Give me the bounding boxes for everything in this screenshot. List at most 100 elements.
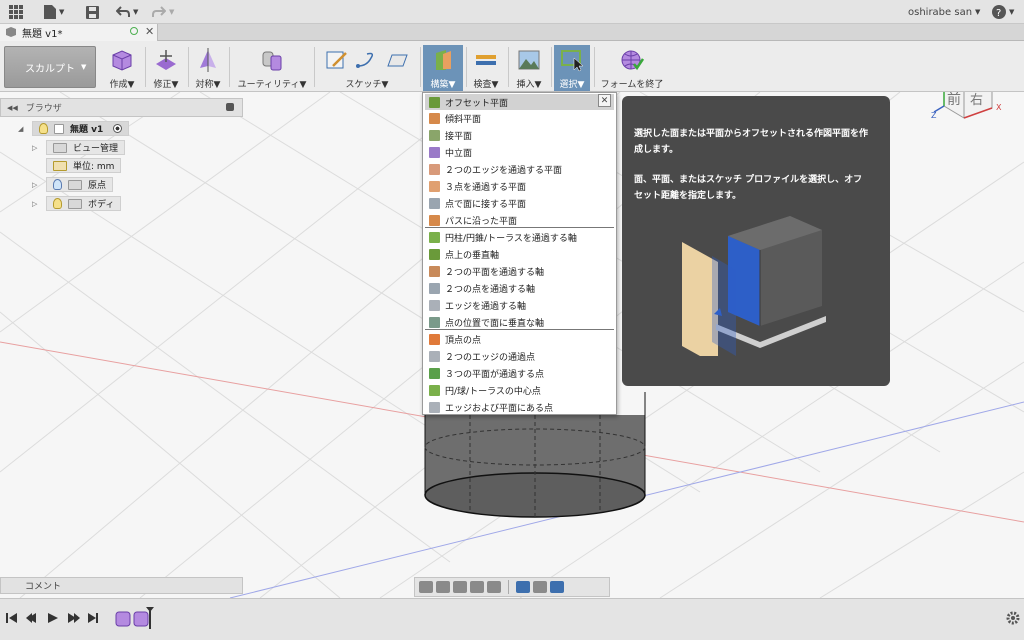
folder-icon [68,179,82,190]
menu-item[interactable]: オフセット平面 [425,94,614,110]
expand-arrow-icon[interactable]: ◢ [18,125,26,133]
document-title: 無題 v1* [22,29,63,40]
browser-item-label: 単位: mm [73,162,115,172]
comment-panel-header[interactable]: コメント [0,577,243,594]
timeline-settings-gear-icon[interactable] [1006,611,1020,625]
apps-grid-icon[interactable] [9,3,23,21]
view-cube-front-label: 前 [947,91,961,108]
menu-item[interactable]: 接平面 [425,127,614,143]
menu-item[interactable]: エッジを通過する軸 [425,297,614,313]
menu-item[interactable]: ３点を通過する平面 [425,178,614,194]
save-button[interactable] [86,3,99,21]
menu-item[interactable]: 点上の垂直軸 [425,246,614,262]
sketch-create-icon [325,48,349,72]
menu-item[interactable]: 点の位置で面に垂直な軸 [425,314,614,330]
finish-form-icon [620,48,645,72]
sketch-group[interactable]: スケッチ▼ [318,45,416,91]
look-at-icon[interactable] [436,581,450,593]
comment-label: コメント [25,582,62,592]
zoom-icon[interactable] [470,581,484,593]
go-to-end-icon[interactable] [88,613,98,623]
active-radio-icon[interactable] [113,124,123,133]
go-to-start-icon[interactable] [6,613,17,623]
menu-item-label: 点の位置で面に垂直な軸 [445,318,545,329]
panel-pin-icon[interactable] [226,103,234,111]
step-back-icon[interactable] [26,613,36,623]
visibility-bulb-icon[interactable] [39,123,48,134]
browser-panel-header[interactable]: ◀◀ ブラウザ [0,98,243,117]
undo-button[interactable]: ▼ [116,3,138,21]
units-icon [53,160,67,171]
offset-plane-tooltip: 選択した面または平面からオフセットされる作図平面を作成します。 面、平面、または… [622,96,890,386]
select-group[interactable]: 選択▼ [554,45,590,91]
menu-item[interactable]: 円/球/トーラスの中心点 [425,382,614,398]
undo-icon [116,6,130,17]
menu-item[interactable]: ２つの平面を通過する軸 [425,263,614,279]
sketch-label: スケッチ▼ [345,80,389,90]
view-cube-right-label: 右 [970,93,983,108]
menu-item[interactable]: 円柱/円錐/トーラスを通過する軸 [425,229,614,245]
redo-icon [152,6,166,17]
utility-group[interactable]: ユーティリティ▼ [234,45,310,91]
create-group[interactable]: 作成▼ [104,45,140,91]
menu-close-button[interactable]: ✕ [598,94,611,107]
menu-item[interactable]: 中立面 [425,144,614,160]
menu-item[interactable]: ２つのエッジの通過点 [425,348,614,364]
expand-arrow-icon[interactable]: ▷ [32,200,40,208]
select-cursor-icon [560,48,584,72]
menu-item-label: エッジを通過する軸 [445,301,527,312]
play-icon[interactable] [48,613,58,623]
orbit-icon[interactable] [419,581,433,593]
display-settings-icon[interactable] [516,581,530,593]
help-button[interactable]: ? ▼ [992,3,1014,21]
browser-item-origin[interactable]: ▷ 原点 [32,177,114,192]
workspace-switcher[interactable]: スカルプト ▼ [4,46,96,88]
menu-item-label: 中立面 [445,148,473,159]
app-bar: ▼ ▼ ▼ oshirabe san ▼ ? ▼ [0,0,1024,24]
browser-item-view[interactable]: ▷ ビュー管理 [32,140,126,155]
browser-root-node[interactable]: ◢ 無題 v1 [18,121,130,136]
modify-group[interactable]: 修正▼ [148,45,184,91]
menu-item-label: 円柱/円錐/トーラスを通過する軸 [445,233,577,244]
menu-item[interactable]: 頂点の点 [425,331,614,347]
collapse-icon[interactable]: ◀◀ [7,104,18,112]
close-tab-icon[interactable]: ✕ [145,25,154,38]
browser-item-bodies[interactable]: ▷ ボディ [32,196,122,211]
visibility-bulb-icon[interactable] [53,179,62,190]
menu-item[interactable]: ２つのエッジを通過する平面 [425,161,614,177]
menu-item[interactable]: 点で面に接する平面 [425,195,614,211]
insert-group[interactable]: 挿入▼ [511,45,547,91]
construct-feature-icon [429,316,440,328]
pan-hand-icon[interactable] [453,581,467,593]
visibility-bulb-icon[interactable] [53,198,62,209]
finish-form-group[interactable]: フォームを終了 [598,45,666,91]
user-menu[interactable]: oshirabe san ▼ [908,3,980,21]
symmetry-group[interactable]: 対称▼ [192,45,224,91]
timeline-feature-form-icon[interactable] [114,607,158,629]
menu-item[interactable]: 傾斜平面 [425,110,614,126]
construct-feature-icon [429,333,440,345]
zoom-window-icon[interactable] [487,581,501,593]
tooltip-illustration [682,216,826,356]
file-menu-button[interactable]: ▼ [44,3,64,21]
construct-feature-icon [429,350,440,362]
grid-settings-icon[interactable] [533,581,547,593]
folder-icon [68,198,82,209]
menu-item-label: 頂点の点 [445,335,482,346]
menu-item[interactable]: ３つの平面が通過する点 [425,365,614,381]
document-tab[interactable]: 無題 v1* ✕ [0,24,158,41]
construct-feature-icon [429,163,440,175]
inspect-group[interactable]: 検査▼ [468,45,504,91]
expand-arrow-icon[interactable]: ▷ [32,144,40,152]
step-forward-icon[interactable] [68,613,80,623]
construct-group[interactable]: 構築▼ [423,45,463,91]
menu-item[interactable]: ２つの点を通過する軸 [425,280,614,296]
expand-arrow-icon[interactable]: ▷ [32,181,40,189]
menu-item[interactable]: パスに沿った平面 [425,212,614,228]
viewports-icon[interactable] [550,581,564,593]
redo-button[interactable]: ▼ [152,3,174,21]
axis-x-label: X [996,103,1002,112]
browser-item-units[interactable]: 単位: mm [46,158,122,173]
menu-item[interactable]: エッジおよび平面にある点 [425,399,614,415]
construct-feature-icon [429,214,440,226]
